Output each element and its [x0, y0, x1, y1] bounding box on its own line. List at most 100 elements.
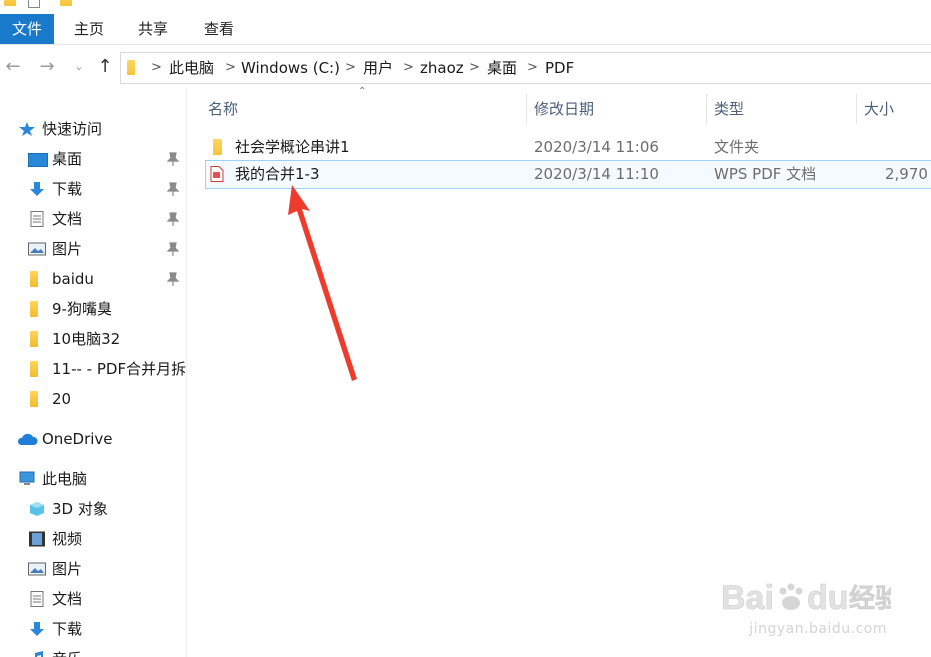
recent-locations-chevron-icon[interactable]: ⌄ [68, 56, 90, 78]
download-icon [30, 182, 44, 196]
folder-icon [30, 391, 38, 407]
breadcrumb-separator[interactable]: > [345, 53, 356, 83]
cloud-icon [17, 433, 38, 445]
tab-share[interactable]: 共享 [128, 14, 178, 44]
column-header-name[interactable]: 名称 [208, 94, 238, 124]
nav-item-3d-objects[interactable]: 3D 对象 [0, 494, 186, 524]
nav-label: 文档 [52, 210, 83, 228]
breadcrumb-separator[interactable]: > [225, 53, 236, 83]
file-type: WPS PDF 文档 [714, 165, 817, 183]
baidu-paw-logo-icon: Bai du 经验 [721, 579, 902, 618]
folder-icon [30, 361, 38, 377]
breadcrumb-desktop[interactable]: 桌面 [487, 53, 517, 83]
nav-item-music[interactable]: 音乐 [0, 644, 186, 657]
nav-item-baidu[interactable]: baidu [0, 264, 186, 294]
pin-icon[interactable] [166, 271, 180, 287]
nav-item-documents[interactable]: 文档 [0, 204, 186, 234]
nav-label: 3D 对象 [52, 500, 108, 518]
nav-label: 视频 [52, 530, 83, 548]
nav-label: 10电脑32 [52, 330, 121, 348]
download-icon [30, 622, 44, 636]
nav-quick-access[interactable]: 快速访问 [0, 114, 186, 144]
folder-icon [4, 0, 16, 6]
pin-icon[interactable] [166, 241, 180, 257]
svg-text:du: du [807, 579, 849, 617]
nav-item-videos[interactable]: 视频 [0, 524, 186, 554]
breadcrumb-users[interactable]: 用户 [363, 53, 393, 83]
nav-this-pc[interactable]: 此电脑 [0, 464, 186, 494]
folder-icon [213, 139, 222, 155]
folder-icon [30, 301, 38, 317]
pin-icon[interactable] [166, 151, 180, 167]
file-date: 2020/3/14 11:10 [534, 165, 659, 183]
nav-item-pictures[interactable]: 图片 [0, 234, 186, 264]
nav-label: 图片 [52, 240, 83, 258]
nav-label: 图片 [52, 560, 83, 578]
pin-icon[interactable] [166, 181, 180, 197]
svg-text:经验: 经验 [849, 583, 891, 614]
table-row[interactable]: 社会学概论串讲1 2020/3/14 11:06 文件夹 [205, 134, 931, 161]
properties-icon[interactable] [28, 0, 40, 8]
file-name: 我的合并1-3 [235, 165, 320, 183]
column-divider[interactable] [856, 94, 857, 124]
column-header-size[interactable]: 大小 [864, 94, 894, 124]
nav-item-folder[interactable]: 10电脑32 [0, 324, 186, 354]
nav-label: 20 [52, 390, 72, 408]
column-divider[interactable] [526, 94, 527, 124]
title-bar [0, 0, 931, 12]
nav-onedrive[interactable]: OneDrive [0, 424, 186, 454]
breadcrumb-separator[interactable]: > [151, 53, 162, 83]
document-icon [30, 591, 44, 607]
navigation-pane: 快速访问 桌面 下载 文档 图片 baidu 9-狗嘴臭 10电脑32 11--… [0, 88, 187, 657]
tab-file[interactable]: 文件 [0, 14, 54, 44]
column-divider[interactable] [706, 94, 707, 124]
picture-icon [28, 562, 46, 576]
column-header-type[interactable]: 类型 [714, 94, 744, 124]
column-header-date[interactable]: 修改日期 [534, 94, 594, 124]
pin-icon[interactable] [166, 211, 180, 227]
file-type: 文件夹 [714, 138, 760, 156]
address-bar[interactable]: > 此电脑 > Windows (C:) > 用户 > zhaoz > 桌面 >… [120, 52, 931, 84]
folder-icon [30, 271, 38, 287]
nav-item-desktop[interactable]: 桌面 [0, 144, 186, 174]
nav-item-pictures[interactable]: 图片 [0, 554, 186, 584]
breadcrumb-separator[interactable]: > [527, 53, 538, 83]
nav-label: OneDrive [42, 430, 113, 448]
nav-label: baidu [52, 270, 94, 288]
back-icon[interactable]: ← [2, 56, 24, 78]
nav-label: 下载 [52, 620, 83, 638]
nav-item-documents[interactable]: 文档 [0, 584, 186, 614]
nav-item-downloads[interactable]: 下载 [0, 614, 186, 644]
breadcrumb-user[interactable]: zhaoz [420, 53, 464, 83]
tab-view[interactable]: 查看 [194, 14, 244, 44]
nav-item-folder[interactable]: 9-狗嘴臭 [0, 294, 186, 324]
sort-ascending-icon: ⌃ [358, 86, 367, 97]
tab-home[interactable]: 主页 [64, 14, 114, 44]
film-icon [29, 531, 45, 547]
computer-icon [19, 471, 35, 485]
breadcrumb-current[interactable]: PDF [545, 53, 574, 83]
picture-icon [28, 242, 46, 256]
file-size: 2,970 K [885, 165, 931, 183]
folder-icon [30, 331, 38, 347]
nav-label: 下载 [52, 180, 83, 198]
nav-label: 9-狗嘴臭 [52, 300, 112, 318]
nav-item-folder[interactable]: 11-- - PDF合并月拆 [0, 354, 186, 384]
nav-label: 快速访问 [42, 120, 103, 138]
nav-label: 此电脑 [42, 470, 88, 488]
breadcrumb-drive[interactable]: Windows (C:) [241, 53, 340, 83]
up-icon[interactable]: ↑ [94, 56, 116, 78]
breadcrumb-this-pc[interactable]: 此电脑 [169, 53, 214, 83]
breadcrumb-separator[interactable]: > [403, 53, 414, 83]
breadcrumb-separator[interactable]: > [469, 53, 480, 83]
nav-item-folder[interactable]: 20 [0, 384, 186, 414]
desktop-icon [28, 153, 48, 167]
new-folder-icon[interactable] [60, 0, 72, 6]
nav-item-downloads[interactable]: 下载 [0, 174, 186, 204]
music-icon [35, 651, 43, 657]
navigation-bar: ← → ⌄ ↑ > 此电脑 > Windows (C:) > 用户 > zhao… [0, 48, 931, 86]
document-icon [30, 211, 44, 227]
file-date: 2020/3/14 11:06 [534, 138, 659, 156]
annotation-arrow-icon [288, 185, 357, 381]
forward-icon[interactable]: → [36, 56, 58, 78]
